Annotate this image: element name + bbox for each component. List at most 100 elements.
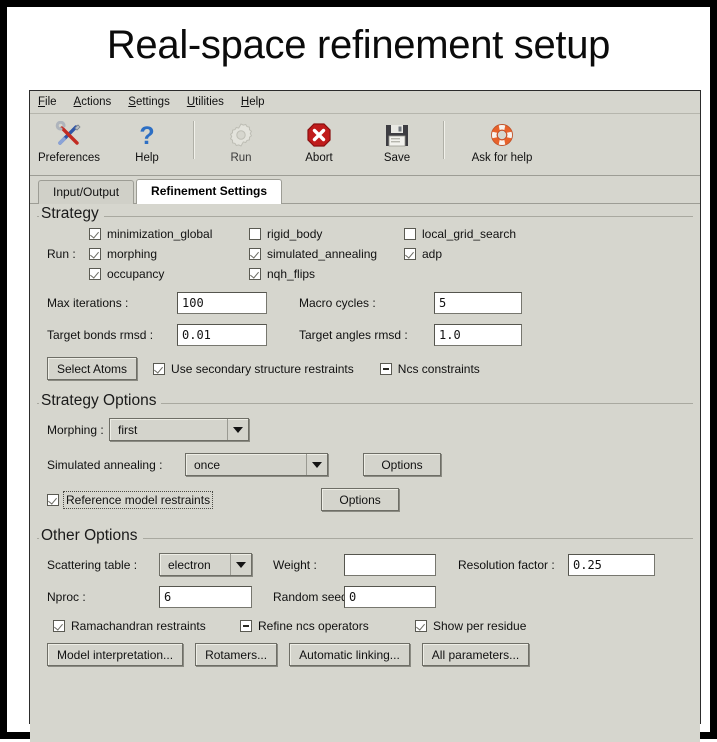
rotamers-button[interactable]: Rotamers... <box>195 643 278 666</box>
tab-input-output-label: Input/Output <box>53 185 120 199</box>
target-angles-input[interactable]: 1.0 <box>434 324 522 346</box>
checkbox-box-icon <box>153 362 166 375</box>
application-window: FFileile Actions Settings Utilities Help <box>29 90 701 742</box>
max-iterations-input[interactable]: 100 <box>177 292 267 314</box>
checkbox-label: Ncs constraints <box>397 361 480 376</box>
checkbox-label: local_grid_search <box>422 227 517 241</box>
abort-label: Abort <box>305 152 333 164</box>
run-label: Run <box>230 152 252 164</box>
checkbox-adp[interactable]: adp <box>404 247 442 261</box>
save-label: Save <box>383 152 411 164</box>
tools-icon <box>55 120 83 150</box>
checkbox-simulated-annealing[interactable]: simulated_annealing <box>249 247 404 261</box>
max-iterations-label: Max iterations : <box>47 296 129 310</box>
checkbox-occupancy[interactable]: occupancy <box>89 267 249 281</box>
run-row-label: Run : <box>47 247 76 261</box>
chevron-down-icon <box>306 454 327 475</box>
simulated-annealing-select[interactable]: once <box>185 453 328 476</box>
checkbox-minimization-global[interactable]: minimization_global <box>89 227 249 241</box>
max-iterations-value: 100 <box>182 296 204 310</box>
save-button[interactable]: Save <box>358 118 436 164</box>
morphing-value: first <box>118 422 138 437</box>
ask-for-help-button[interactable]: Ask for help <box>452 118 552 164</box>
gear-icon <box>227 120 255 150</box>
checkbox-label: adp <box>422 247 443 261</box>
checkbox-morphing[interactable]: morphing <box>89 247 249 261</box>
random-seed-value: 0 <box>349 590 357 604</box>
checkbox-reference-model-restraints[interactable]: Reference model restraints <box>47 490 214 509</box>
resolution-factor-input[interactable]: 0.25 <box>568 553 655 576</box>
tab-input-output[interactable]: Input/Output <box>38 180 135 204</box>
simulated-annealing-options-button[interactable]: Options <box>363 453 441 476</box>
life-ring-icon <box>488 120 516 150</box>
checkbox-use-secondary-structure-restraints[interactable]: Use secondary structure restraints <box>153 362 354 376</box>
checkbox-rigid-body[interactable]: rigid_body <box>249 227 404 241</box>
target-bonds-label: Target bonds rmsd : <box>47 328 154 342</box>
toolbar: Preferences ? Help Run Abort Save Ask fo… <box>30 114 700 176</box>
checkbox-label: rigid_body <box>267 227 323 241</box>
checkbox-box-icon <box>249 268 261 280</box>
menu-item-settings[interactable]: Settings <box>128 96 170 108</box>
checkbox-label: nqh_flips <box>267 267 316 281</box>
checkbox-ncs-constraints[interactable]: Ncs constraints <box>379 361 480 376</box>
menu-item-utilities[interactable]: Utilities <box>187 96 224 108</box>
ask-for-help-label: Ask for help <box>471 152 533 164</box>
nproc-input[interactable]: 6 <box>159 586 252 608</box>
nproc-value: 6 <box>164 590 172 604</box>
morphing-label: Morphing : <box>47 422 104 437</box>
checkbox-show-per-residue[interactable]: Show per residue <box>415 619 526 633</box>
nproc-label: Nproc : <box>47 590 86 604</box>
strategy-options-title: Strategy Options <box>39 392 162 410</box>
checkbox-nqh-flips[interactable]: nqh_flips <box>249 267 404 281</box>
target-bonds-input[interactable]: 0.01 <box>177 324 267 346</box>
chevron-down-icon <box>230 554 251 575</box>
menu-item-actions[interactable]: Actions <box>74 96 112 108</box>
checkbox-label: minimization_global <box>107 227 213 241</box>
macro-cycles-input[interactable]: 5 <box>434 292 522 314</box>
weight-label: Weight : <box>273 557 317 572</box>
checkbox-ramachandran-restraints[interactable]: Ramachandran restraints <box>53 619 240 633</box>
run-button[interactable]: Run <box>202 118 280 164</box>
sa-options-label: Options <box>381 457 423 472</box>
strategy-options-group: Strategy Options Morphing : first Simula… <box>37 392 693 519</box>
checkbox-box-icon <box>53 620 65 632</box>
automatic-linking-label: Automatic linking... <box>299 647 400 662</box>
checkbox-refine-ncs-operators[interactable]: Refine ncs operators <box>240 619 415 633</box>
checkbox-box-icon <box>89 228 101 240</box>
simulated-annealing-value: once <box>194 457 221 472</box>
checkbox-label: Reference model restraints <box>62 490 214 509</box>
menu-item-help[interactable]: Help <box>241 96 265 108</box>
weight-input[interactable] <box>344 553 436 576</box>
checkbox-local-grid-search[interactable]: local_grid_search <box>404 227 516 241</box>
checkbox-label: Refine ncs operators <box>258 619 369 633</box>
automatic-linking-button[interactable]: Automatic linking... <box>289 643 410 666</box>
checkbox-label: Show per residue <box>433 619 527 633</box>
abort-button[interactable]: Abort <box>280 118 358 164</box>
chevron-down-icon <box>227 419 248 440</box>
help-label: Help <box>135 152 159 164</box>
resolution-factor-label: Resolution factor : <box>458 557 555 572</box>
checkbox-box-icon <box>249 228 261 240</box>
tab-refinement-settings[interactable]: Refinement Settings <box>136 179 283 204</box>
svg-text:?: ? <box>139 122 154 149</box>
settings-panel: Strategy minimization_global rigid_body <box>30 205 700 742</box>
all-parameters-button[interactable]: All parameters... <box>421 643 530 666</box>
menu-item-file[interactable]: FFileile <box>38 96 57 108</box>
scattering-table-select[interactable]: electron <box>159 553 252 576</box>
checkbox-box-icon <box>415 620 427 632</box>
model-interpretation-button[interactable]: Model interpretation... <box>47 643 184 666</box>
macro-cycles-label: Macro cycles : <box>299 296 376 310</box>
preferences-button[interactable]: Preferences <box>30 118 108 164</box>
checkbox-label: morphing <box>107 247 158 261</box>
toolbar-separator-1 <box>193 121 195 159</box>
select-atoms-button[interactable]: Select Atoms <box>47 357 138 380</box>
strategy-title: Strategy <box>39 205 104 223</box>
checkbox-label: Ramachandran restraints <box>71 619 206 633</box>
morphing-select[interactable]: first <box>109 418 249 441</box>
random-seed-input[interactable]: 0 <box>344 586 436 608</box>
reference-model-options-button[interactable]: Options <box>321 488 400 511</box>
help-button[interactable]: ? Help <box>108 118 186 164</box>
floppy-disk-icon <box>383 120 411 150</box>
toolbar-separator-2 <box>443 121 445 159</box>
preferences-label: Preferences <box>37 152 100 164</box>
